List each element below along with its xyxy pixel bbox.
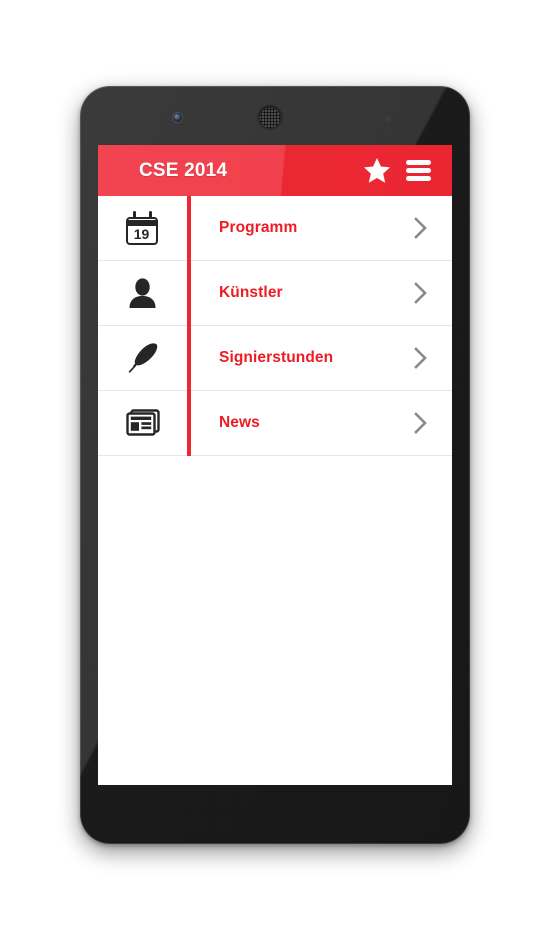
empty-content-area (98, 456, 452, 785)
menu-item-kuenstler[interactable]: Künstler (98, 261, 452, 326)
menu-item-icon-slot (98, 409, 187, 437)
menu-item-programm[interactable]: 19 Programm (98, 196, 452, 261)
proximity-sensor-icon (385, 116, 391, 122)
calendar-day-number: 19 (133, 226, 150, 242)
menu-item-label: Programm (219, 219, 298, 236)
page-title: CSE 2014 (139, 159, 228, 181)
menu-item-signierstunden[interactable]: Signierstunden (98, 326, 452, 391)
front-camera-icon (173, 113, 182, 122)
star-icon[interactable] (363, 157, 391, 184)
ambient-light-sensor-icon (402, 117, 407, 122)
hamburger-menu-icon[interactable] (406, 160, 431, 181)
menu-item-label: Künstler (219, 284, 283, 301)
main-menu-list: 19 Programm Künstler Signierstunden News (98, 196, 452, 456)
person-icon (129, 278, 156, 308)
newspaper-icon (125, 409, 160, 436)
menu-item-label: News (219, 414, 260, 431)
phone-device-mockup: CSE 2014 19 Programm Künstler Signierstu… (80, 86, 470, 844)
menu-bar-2 (406, 168, 431, 173)
menu-item-icon-slot: 19 (98, 211, 187, 245)
menu-accent-rail (187, 196, 191, 456)
menu-item-icon-slot (98, 277, 187, 309)
menu-bar-3 (406, 176, 431, 181)
app-bar-actions (363, 157, 431, 184)
calendar-header-band (128, 219, 157, 226)
calendar-icon: 19 (125, 211, 160, 245)
phone-screen: CSE 2014 19 Programm Künstler Signierstu… (98, 145, 452, 785)
chevron-right-icon (414, 217, 428, 239)
menu-item-label: Signierstunden (219, 349, 334, 366)
chevron-right-icon (414, 282, 428, 304)
menu-item-news[interactable]: News (98, 391, 452, 456)
app-header-bar: CSE 2014 (98, 145, 452, 196)
earpiece-speaker-icon (257, 105, 283, 131)
feather-icon (128, 343, 157, 373)
menu-item-icon-slot (98, 341, 187, 375)
menu-bar-1 (406, 160, 431, 165)
chevron-right-icon (414, 347, 428, 369)
chevron-right-icon (414, 412, 428, 434)
